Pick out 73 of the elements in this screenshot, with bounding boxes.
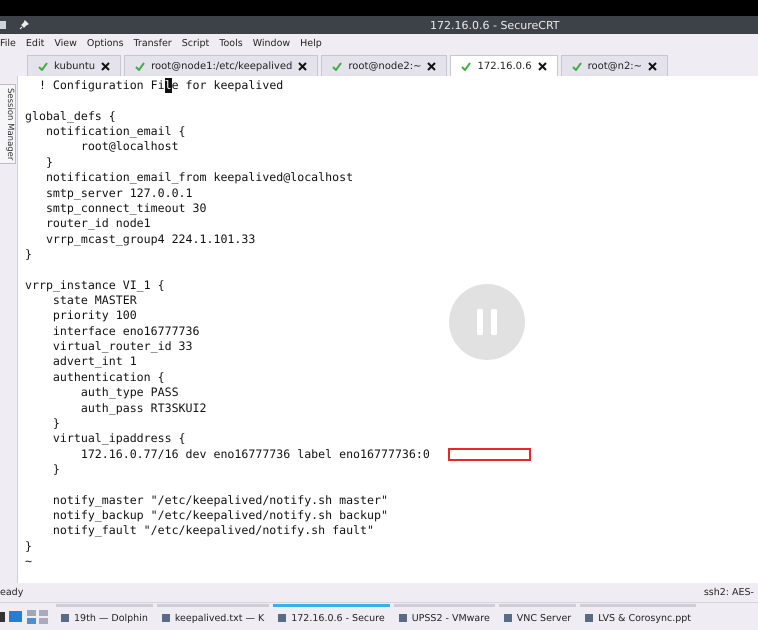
terminal-line: notification_email_from keepalived@localhost <box>44 170 354 186</box>
terminal-line: global_defs { <box>25 108 116 124</box>
terminal-line: smtp_server 127.0.0.1 <box>44 186 193 201</box>
window-icon <box>278 614 286 622</box>
app-icon <box>0 20 6 30</box>
window-icon <box>162 614 170 622</box>
close-icon[interactable] <box>427 62 436 70</box>
close-icon[interactable] <box>298 62 308 70</box>
taskbar-task[interactable]: UPSS2 - VMware <box>394 604 495 630</box>
terminal-line: advert_int 1 <box>52 354 137 370</box>
terminal-line: interface eno16777736 <box>52 324 200 340</box>
menu-item[interactable]: Window <box>252 38 296 49</box>
terminal-line: auth_type PASS <box>80 385 179 401</box>
status-text: eady <box>0 587 24 598</box>
terminal-line: smtp_connect_timeout 30 <box>44 200 206 216</box>
check-icon <box>135 62 146 70</box>
session-tab[interactable]: root@node1:/etc/keepalived <box>124 55 318 76</box>
window-icon <box>61 614 69 622</box>
terminal-line: vrrp_mcast_group4 224.1.101.33 <box>44 232 256 247</box>
menu-item[interactable]: Script <box>182 38 214 49</box>
menu-item[interactable]: Help <box>300 38 327 49</box>
window-icon <box>504 614 512 622</box>
terminal-line: } <box>44 154 53 170</box>
menu-item[interactable]: File <box>0 38 21 49</box>
window-icon <box>398 614 407 622</box>
terminal-line: } <box>52 462 60 478</box>
terminal-line: } <box>25 538 32 554</box>
terminal-line: virtual_router_id 33 <box>52 339 193 354</box>
window-icon <box>585 614 594 622</box>
terminal-line: 172.16.0.77/16 dev eno16777736 label eno16777736:0 <box>80 446 430 462</box>
terminal-line: } <box>52 416 60 432</box>
taskbar-task[interactable]: 19th — Dolphin <box>56 604 153 630</box>
check-icon <box>38 62 48 70</box>
terminal-line: notify_backup "/etc/keepalived/notify.sh backup" <box>52 508 388 524</box>
session-tab[interactable]: 172.16.0.6 <box>450 55 558 76</box>
menu-item[interactable]: Edit <box>26 38 50 49</box>
menu-item[interactable]: Options <box>86 38 129 49</box>
taskbar-task[interactable]: LVS & Corosync.ppt <box>580 604 696 630</box>
taskbar-task[interactable]: keepalived.txt — K <box>156 604 270 630</box>
terminal-line: notify_master "/etc/keepalived/notify.sh master" <box>52 492 388 508</box>
terminal-line: state MASTER <box>52 293 137 308</box>
side-panel-tab[interactable]: Session Manager <box>0 84 16 164</box>
terminal-text: ! Configuration Fi <box>38 78 165 94</box>
terminal-line: notify_fault "/etc/keepalived/notify.sh fault" <box>52 523 374 539</box>
terminal-line: } <box>25 246 32 262</box>
check-icon <box>461 62 472 70</box>
close-icon[interactable] <box>648 62 658 70</box>
terminal-line: auth_pass RT3SKUI2 <box>80 400 206 416</box>
menu-item[interactable]: View <box>54 38 82 49</box>
session-tab[interactable]: kubuntu <box>27 55 122 76</box>
close-icon[interactable] <box>101 62 110 70</box>
terminal-line: virtual_ipaddress { <box>52 431 186 447</box>
menu-item[interactable]: Transfer <box>134 38 177 49</box>
session-tab[interactable]: root@node2:~ <box>321 55 448 76</box>
terminal-line: notification_email { <box>44 124 186 140</box>
terminal-line: priority 100 <box>52 308 137 324</box>
pin-icon[interactable] <box>19 20 29 30</box>
connection-info: ssh2: AES- <box>704 587 754 598</box>
terminal-line: authentication { <box>52 370 165 386</box>
check-icon <box>572 62 582 70</box>
terminal-line: ~ <box>25 554 32 570</box>
session-tab[interactable]: root@n2:~ <box>560 55 668 76</box>
terminal-line: vrrp_instance VI_1 { <box>25 278 165 294</box>
terminal-text: e for keepalived <box>172 78 284 94</box>
window-title: 172.16.0.6 - SecureCRT <box>430 18 560 32</box>
terminal-line: router_id node1 <box>44 216 151 232</box>
cursor-character: l <box>164 78 172 94</box>
terminal-line: root@localhost <box>80 139 179 155</box>
menu-item[interactable]: Tools <box>219 38 248 49</box>
check-icon <box>332 62 342 70</box>
taskbar-task[interactable]: VNC Server <box>498 604 576 630</box>
close-icon[interactable] <box>538 62 547 70</box>
taskbar-task[interactable]: 172.16.0.6 - Secure <box>273 604 390 630</box>
